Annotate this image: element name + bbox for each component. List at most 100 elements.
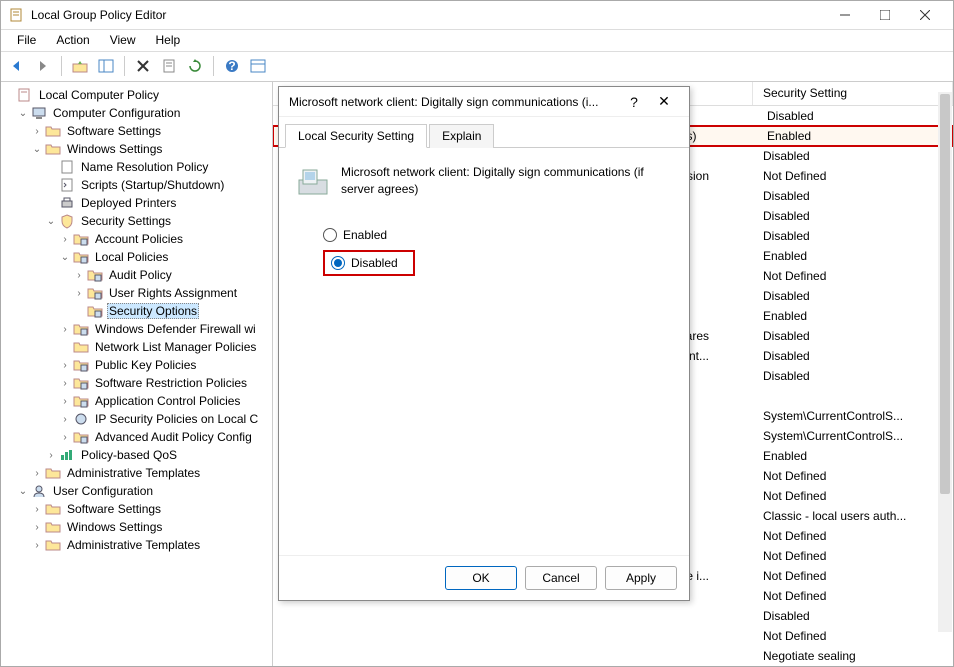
expander-icon[interactable]: › <box>59 378 71 389</box>
expander-icon[interactable]: › <box>73 270 85 281</box>
tree-node-label: Software Settings <box>65 501 163 517</box>
forward-button[interactable] <box>31 54 55 78</box>
expander-icon[interactable]: ⌄ <box>45 216 57 227</box>
tree-node[interactable]: ›Policy-based QoS <box>3 446 270 464</box>
tree-node[interactable]: ›Software Restriction Policies <box>3 374 270 392</box>
apply-button[interactable]: Apply <box>605 566 677 590</box>
policy-icon <box>17 87 33 103</box>
computer-icon <box>31 105 47 121</box>
list-row[interactable]: Negotiate sealing <box>273 646 953 666</box>
tree-node[interactable]: ⌄Computer Configuration <box>3 104 270 122</box>
menu-view[interactable]: View <box>100 31 146 49</box>
scrollbar-thumb[interactable] <box>940 94 950 494</box>
expander-icon[interactable]: › <box>59 396 71 407</box>
radio-disabled[interactable]: Disabled <box>323 250 415 276</box>
dialog-close-button[interactable]: ✕ <box>649 93 679 110</box>
tree-node[interactable]: › Public Key Policies <box>3 356 270 374</box>
tree-node[interactable]: Deployed Printers <box>3 194 270 212</box>
menu-help[interactable]: Help <box>146 31 191 49</box>
setting-cell: Not Defined <box>753 589 836 603</box>
tree-node[interactable]: ›Windows Defender Firewall wi <box>3 320 270 338</box>
refresh-button[interactable] <box>183 54 207 78</box>
tree-node[interactable]: › Software Settings <box>3 500 270 518</box>
radio-enabled[interactable]: Enabled <box>323 224 673 246</box>
setting-cell: Enabled <box>753 449 817 463</box>
radio-disabled-input[interactable] <box>331 256 345 270</box>
expander-icon[interactable]: › <box>45 450 57 461</box>
radio-enabled-input[interactable] <box>323 228 337 242</box>
tree-node[interactable]: Local Computer Policy <box>3 86 270 104</box>
tree-node[interactable]: ›Account Policies <box>3 230 270 248</box>
ok-button[interactable]: OK <box>445 566 517 590</box>
help-button[interactable]: ? <box>220 54 244 78</box>
properties-button[interactable] <box>157 54 181 78</box>
tab-explain[interactable]: Explain <box>429 124 494 148</box>
back-button[interactable] <box>5 54 29 78</box>
tree-node[interactable]: Scripts (Startup/Shutdown) <box>3 176 270 194</box>
expander-icon[interactable]: › <box>59 360 71 371</box>
tree-node-label: Public Key Policies <box>93 357 198 373</box>
column-header-setting[interactable]: Security Setting <box>753 82 953 105</box>
menu-file[interactable]: File <box>7 31 46 49</box>
expander-icon[interactable]: › <box>31 468 43 479</box>
scrollbar-track[interactable] <box>938 92 952 632</box>
expander-icon[interactable]: › <box>59 414 71 425</box>
tree-node[interactable]: ›Administrative Templates <box>3 536 270 554</box>
expander-icon[interactable]: ⌄ <box>17 486 29 497</box>
toolbar: ? <box>1 52 953 82</box>
dialog-titlebar: Microsoft network client: Digitally sign… <box>279 87 689 117</box>
cancel-button[interactable]: Cancel <box>525 566 597 590</box>
expander-icon[interactable]: › <box>59 324 71 335</box>
expander-icon[interactable]: › <box>31 540 43 551</box>
window-controls <box>825 1 945 29</box>
tree-node[interactable]: ›Application Control Policies <box>3 392 270 410</box>
minimize-button[interactable] <box>825 1 865 29</box>
tree-node-label: User Rights Assignment <box>107 285 239 301</box>
tree-node-label: Windows Settings <box>65 519 164 535</box>
tree-node[interactable]: ›Audit Policy <box>3 266 270 284</box>
radio-group: Enabled Disabled <box>323 224 673 276</box>
up-button[interactable] <box>68 54 92 78</box>
tree-node[interactable]: ›Administrative Templates <box>3 464 270 482</box>
setting-cell: System\CurrentControlS... <box>753 409 913 423</box>
expander-icon[interactable]: › <box>31 504 43 515</box>
tree-node[interactable]: › Windows Settings <box>3 518 270 536</box>
show-hide-tree-button[interactable] <box>94 54 118 78</box>
tab-local-security-setting[interactable]: Local Security Setting <box>285 124 427 148</box>
tree-node[interactable]: Security Options <box>3 302 270 320</box>
menu-action[interactable]: Action <box>46 31 99 49</box>
expander-icon[interactable]: › <box>59 432 71 443</box>
expander-icon[interactable]: ⌄ <box>17 108 29 119</box>
tree-node[interactable]: ›Advanced Audit Policy Config <box>3 428 270 446</box>
folder-icon <box>45 501 61 517</box>
tree-node[interactable]: ⌄Local Policies <box>3 248 270 266</box>
expander-icon[interactable]: ⌄ <box>31 144 43 155</box>
tree-node[interactable]: ›IP Security Policies on Local C <box>3 410 270 428</box>
qos-icon <box>59 447 75 463</box>
expander-icon[interactable]: › <box>31 126 43 137</box>
maximize-button[interactable] <box>865 1 905 29</box>
properties-dialog: Microsoft network client: Digitally sign… <box>278 86 690 601</box>
tree-node[interactable]: Network List Manager Policies <box>3 338 270 356</box>
tree-node[interactable]: › User Rights Assignment <box>3 284 270 302</box>
expander-icon[interactable]: ⌄ <box>59 252 71 263</box>
tree-node[interactable]: ⌄Security Settings <box>3 212 270 230</box>
expander-icon[interactable]: › <box>31 522 43 533</box>
tree-node[interactable]: ⌄User Configuration <box>3 482 270 500</box>
expander-icon[interactable]: › <box>59 234 71 245</box>
folderb-icon <box>73 249 89 265</box>
filter-button[interactable] <box>246 54 270 78</box>
delete-button[interactable] <box>131 54 155 78</box>
list-row[interactable]: Disabled <box>273 606 953 626</box>
tree-pane: Local Computer Policy⌄Computer Configura… <box>1 82 273 666</box>
close-button[interactable] <box>905 1 945 29</box>
expander-icon[interactable]: › <box>73 288 85 299</box>
setting-cell: Not Defined <box>753 489 836 503</box>
dialog-help-button[interactable]: ? <box>619 94 649 110</box>
list-row[interactable]: Not Defined <box>273 626 953 646</box>
tree-node[interactable]: ⌄Windows Settings <box>3 140 270 158</box>
policy-description-row: Microsoft network client: Digitally sign… <box>295 164 673 200</box>
radio-disabled-label: Disabled <box>351 256 398 270</box>
tree-node[interactable]: ›Software Settings <box>3 122 270 140</box>
tree-node[interactable]: Name Resolution Policy <box>3 158 270 176</box>
